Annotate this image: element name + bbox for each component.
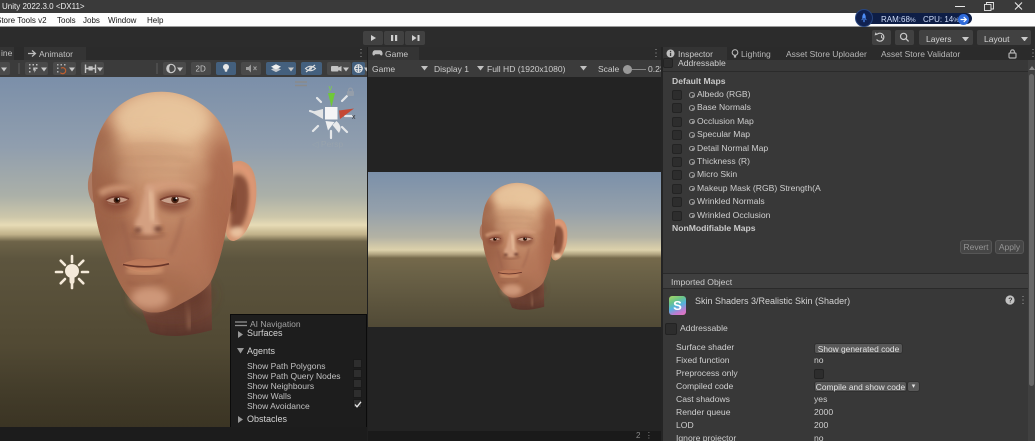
svg-text:x: x: [352, 114, 356, 121]
svg-text:2D: 2D: [196, 65, 206, 74]
svg-text:?: ?: [1008, 297, 1012, 304]
svg-text:y: y: [329, 83, 333, 92]
svg-text:◁ Persp: ◁ Persp: [312, 139, 343, 149]
